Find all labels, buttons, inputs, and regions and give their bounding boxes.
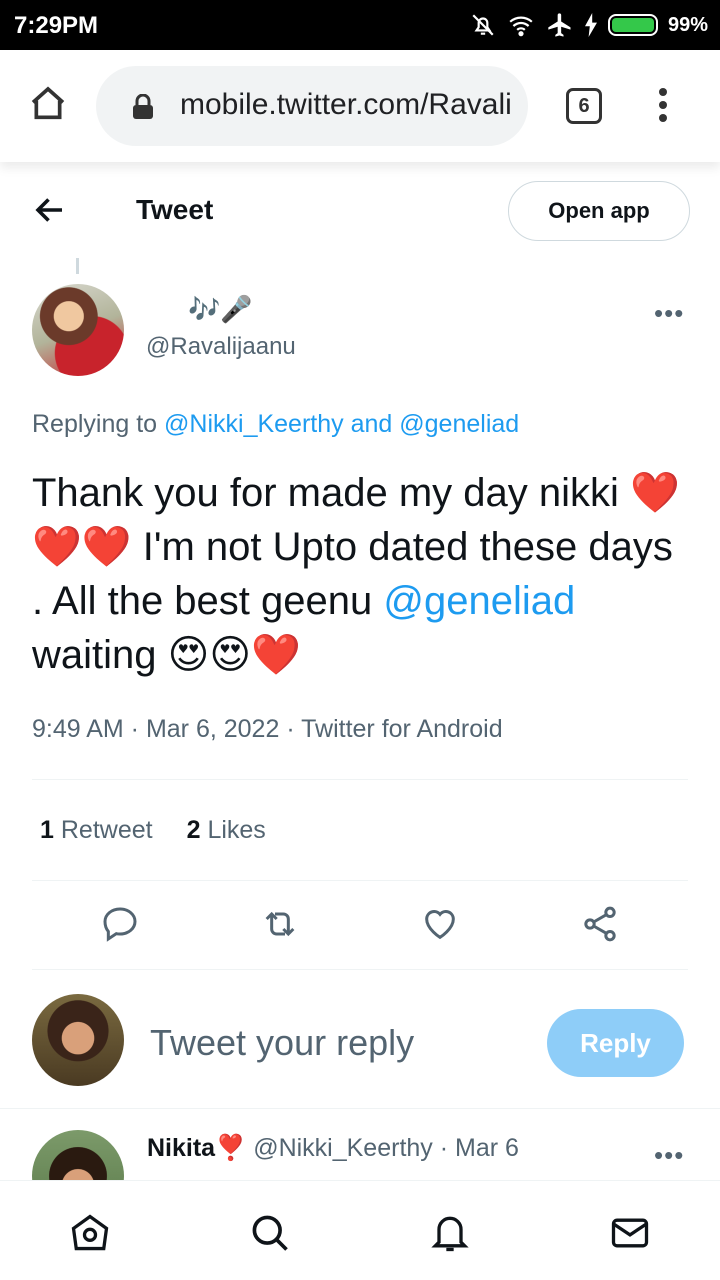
- battery-icon: [607, 14, 658, 36]
- messages-icon[interactable]: [608, 1211, 652, 1255]
- replying-prefix: Replying to: [32, 410, 158, 438]
- url-bar[interactable]: mobile.twitter.com/Ravalijaanu: [96, 66, 528, 146]
- wifi-icon: [509, 16, 533, 37]
- likes-stat[interactable]: 2 Likes: [187, 816, 266, 844]
- divider: [0, 1108, 720, 1109]
- status-time: 7:29PM: [14, 12, 99, 39]
- page-title: Tweet: [136, 194, 214, 225]
- tweet-time[interactable]: 9:49 AM: [32, 715, 124, 743]
- bell-off-icon: [472, 14, 494, 36]
- status-bar: 7:29PM 99%: [0, 0, 720, 50]
- tweet-actions: [0, 900, 720, 950]
- url-text[interactable]: mobile.twitter.com/Ravalijaanu: [180, 88, 510, 122]
- reply-input[interactable]: Tweet your reply: [150, 1022, 414, 1064]
- browser-toolbar: mobile.twitter.com/Ravalijaanu 6: [0, 50, 720, 162]
- search-icon[interactable]: [248, 1211, 292, 1255]
- bottom-nav: [0, 1180, 720, 1280]
- tweet-meta: 9:49 AM · Mar 6, 2022 · Twitter for Andr…: [32, 715, 503, 743]
- tweet-text-part2: waiting 😍😍❤️: [32, 633, 301, 677]
- like-icon[interactable]: [420, 904, 460, 944]
- tweet-stats: 1 Retweet 2 Likes: [40, 816, 266, 845]
- tweet-source[interactable]: Twitter for Android: [301, 715, 502, 743]
- status-icons: 99%: [470, 10, 708, 40]
- divider: [32, 779, 688, 780]
- battery-fill: [611, 18, 654, 32]
- home-icon[interactable]: [28, 84, 68, 124]
- reply-tweet-header[interactable]: Nikita❣️ @Nikki_Keerthy · Mar 6: [147, 1134, 519, 1163]
- replying-mention-1[interactable]: @Nikki_Keerthy: [164, 410, 344, 438]
- divider: [32, 880, 688, 881]
- tweet-mention[interactable]: @geneliad: [383, 579, 575, 623]
- lock-icon: [133, 94, 153, 119]
- tweet-text: Thank you for made my day nikki ❤️❤️❤️ I…: [32, 466, 692, 682]
- tweet-text-part1: Thank you for made my day nikki ❤️❤️❤️ I…: [32, 471, 680, 623]
- reply-author-emoji: ❣️: [215, 1134, 247, 1162]
- replying-and: and: [350, 410, 393, 438]
- airplane-icon: [548, 13, 571, 37]
- tab-switcher-button[interactable]: 6: [566, 88, 602, 124]
- author-avatar[interactable]: [32, 284, 124, 376]
- display-name-emoji[interactable]: 🎶🎤: [188, 294, 253, 325]
- charging-icon: [584, 13, 597, 37]
- reply-icon[interactable]: [100, 904, 140, 944]
- battery-percent: 99%: [667, 13, 708, 36]
- back-arrow-icon[interactable]: [32, 192, 68, 228]
- divider: [32, 969, 688, 970]
- author-handle[interactable]: @Ravalijaanu: [146, 333, 296, 361]
- thread-line: [76, 258, 79, 274]
- reply-author-name[interactable]: Nikita: [147, 1134, 215, 1162]
- replying-to: Replying to @Nikki_Keerthy and @geneliad: [32, 410, 519, 439]
- notifications-icon[interactable]: [428, 1211, 472, 1255]
- reply-date[interactable]: Mar 6: [455, 1134, 519, 1162]
- home-nav-icon[interactable]: [68, 1211, 112, 1255]
- more-options-icon[interactable]: •••: [654, 298, 684, 329]
- retweets-stat[interactable]: 1 Retweet: [40, 816, 153, 844]
- tweet-date[interactable]: Mar 6, 2022: [146, 715, 279, 743]
- browser-menu-icon[interactable]: [656, 88, 670, 128]
- share-icon[interactable]: [580, 904, 620, 944]
- open-app-button[interactable]: Open app: [508, 181, 690, 241]
- current-user-avatar: [32, 994, 124, 1086]
- replying-mention-2[interactable]: @geneliad: [399, 410, 519, 438]
- reply-author-handle[interactable]: @Nikki_Keerthy: [253, 1134, 433, 1162]
- more-options-icon[interactable]: •••: [654, 1140, 684, 1171]
- reply-button[interactable]: Reply: [547, 1009, 684, 1077]
- retweet-icon[interactable]: [260, 904, 300, 944]
